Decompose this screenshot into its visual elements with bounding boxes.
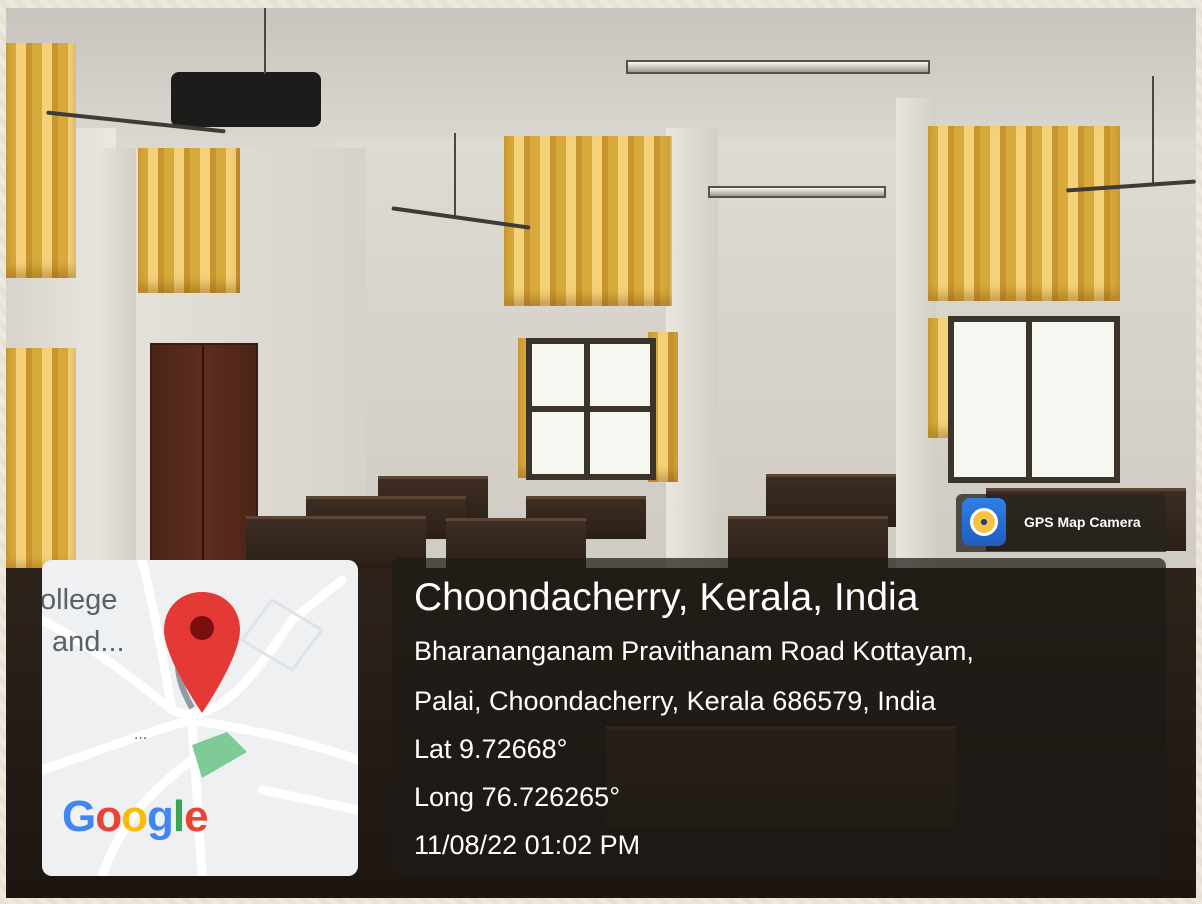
curtain bbox=[504, 136, 672, 306]
wooden-door bbox=[150, 343, 258, 562]
location-info-box: Choondacherry, Kerala, India Bharanangan… bbox=[392, 558, 1166, 876]
address-line-2: Palai, Choondacherry, Kerala 686579, Ind… bbox=[414, 686, 936, 716]
fan-rod bbox=[454, 133, 456, 218]
curtain bbox=[6, 348, 76, 573]
window bbox=[526, 338, 656, 480]
map-place-label: ollege bbox=[42, 584, 118, 616]
gps-app-name: GPS Map Camera bbox=[1024, 514, 1141, 530]
longitude: Long 76.726265° bbox=[414, 782, 620, 812]
curtain bbox=[138, 148, 240, 293]
location-title: Choondacherry, Kerala, India bbox=[414, 576, 919, 619]
tube-light bbox=[626, 60, 930, 74]
gps-map-camera-icon bbox=[962, 498, 1006, 546]
gps-map-camera-badge: GPS Map Camera bbox=[956, 494, 1166, 552]
mini-map: ollege and... ... Google bbox=[42, 560, 358, 876]
window bbox=[948, 316, 1120, 483]
curtain bbox=[6, 43, 76, 278]
google-logo: Google bbox=[62, 792, 209, 841]
map-pin-icon bbox=[164, 592, 240, 713]
fan-rod bbox=[1152, 76, 1154, 186]
pillar bbox=[96, 148, 136, 568]
curtain bbox=[928, 126, 1120, 301]
map-place-label: and... bbox=[52, 626, 125, 658]
tube-light bbox=[708, 186, 886, 198]
timestamp: 11/08/22 01:02 PM bbox=[414, 830, 641, 860]
address-line-1: Bharananganam Pravithanam Road Kottayam, bbox=[414, 636, 974, 666]
latitude: Lat 9.72668° bbox=[414, 734, 568, 764]
projector bbox=[171, 72, 321, 127]
fan-rod bbox=[264, 8, 266, 74]
map-dots: ... bbox=[134, 726, 148, 743]
